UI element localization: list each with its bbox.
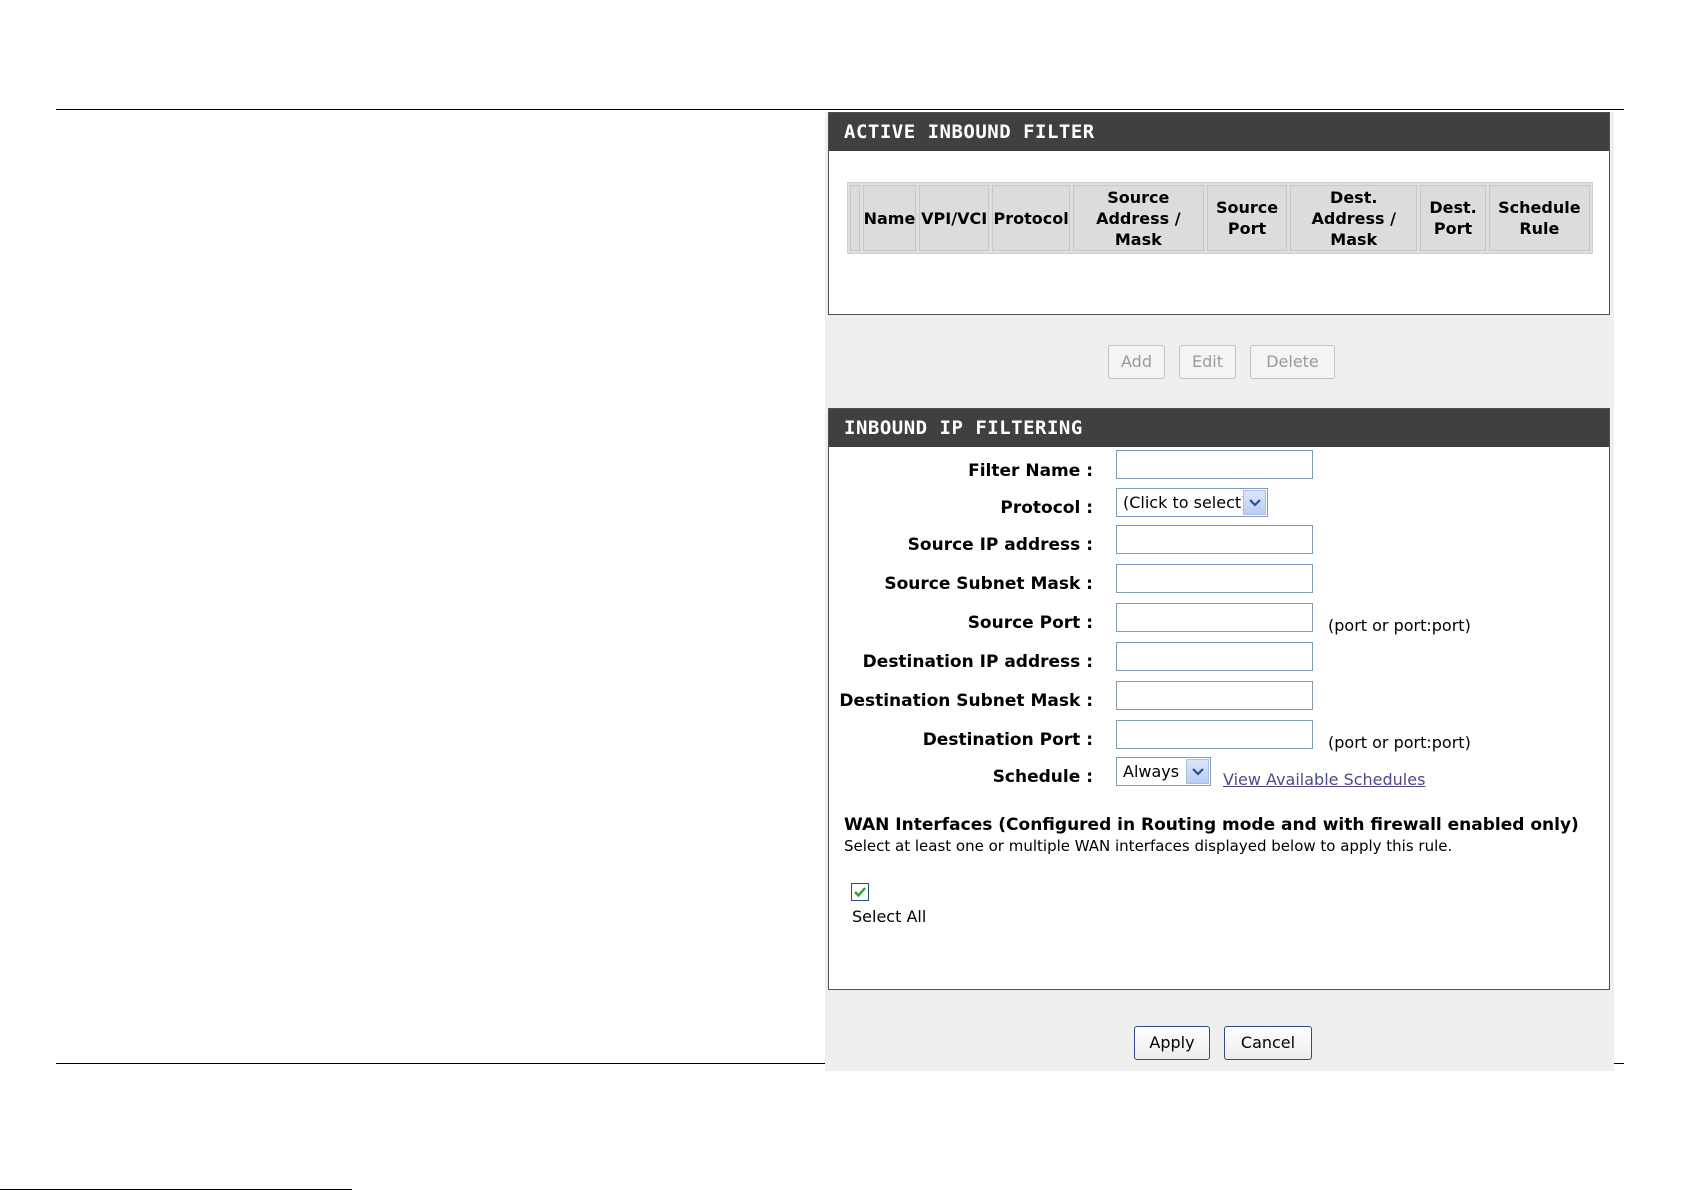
table-column-name: Name xyxy=(862,185,916,251)
table-column-protocol: Protocol xyxy=(992,185,1070,251)
protocol-label: Protocol : xyxy=(1000,498,1093,518)
dest-mask-input[interactable] xyxy=(1116,681,1313,710)
table-column-source-port: Source Port xyxy=(1206,185,1288,251)
section-header: INBOUND IP FILTERING xyxy=(829,409,1609,447)
schedule-label: Schedule : xyxy=(992,767,1093,787)
source-port-input[interactable] xyxy=(1116,603,1313,632)
filter-name-label: Filter Name : xyxy=(968,461,1093,481)
table-column-dest-port: Dest. Port xyxy=(1420,185,1486,251)
active-inbound-filter-section: ACTIVE INBOUND FILTER Name VPI/VCI Proto… xyxy=(828,112,1610,315)
checkmark-icon xyxy=(854,887,866,898)
protocol-select-value: (Click to select) xyxy=(1123,493,1248,512)
chevron-down-icon[interactable] xyxy=(1243,490,1266,515)
source-ip-label: Source IP address : xyxy=(907,535,1093,555)
source-mask-label: Source Subnet Mask : xyxy=(884,574,1093,594)
source-mask-input[interactable] xyxy=(1116,564,1313,593)
select-all-checkbox[interactable] xyxy=(851,883,869,901)
inbound-ip-filtering-section: INBOUND IP FILTERING Filter Name : Proto… xyxy=(828,408,1610,990)
add-button[interactable]: Add xyxy=(1108,345,1165,379)
view-schedules-link[interactable]: View Available Schedules xyxy=(1223,770,1425,789)
apply-button[interactable]: Apply xyxy=(1134,1026,1210,1060)
section-header: ACTIVE INBOUND FILTER xyxy=(829,113,1609,151)
table-column-schedule-rule: Schedule Rule xyxy=(1488,185,1590,251)
table-column-dest-address: Dest. Address / Mask xyxy=(1290,185,1418,251)
chevron-down-icon[interactable] xyxy=(1186,759,1209,784)
dest-port-input[interactable] xyxy=(1116,720,1313,749)
filter-name-input[interactable] xyxy=(1116,450,1313,479)
wan-interfaces-title: WAN Interfaces (Configured in Routing mo… xyxy=(844,815,1579,835)
select-all-label: Select All xyxy=(852,907,927,926)
settings-panel: ACTIVE INBOUND FILTER Name VPI/VCI Proto… xyxy=(825,112,1614,1071)
source-port-hint: (port or port:port) xyxy=(1328,616,1471,635)
cancel-button[interactable]: Cancel xyxy=(1224,1026,1312,1060)
filter-table: Name VPI/VCI Protocol Source Address / M… xyxy=(847,182,1593,254)
edit-button[interactable]: Edit xyxy=(1179,345,1236,379)
protocol-select[interactable]: (Click to select) xyxy=(1116,488,1268,517)
delete-button[interactable]: Delete xyxy=(1250,345,1335,379)
table-column-vpi-vci: VPI/VCI xyxy=(918,185,990,251)
source-port-label: Source Port : xyxy=(967,613,1093,633)
dest-ip-label: Destination IP address : xyxy=(862,652,1093,672)
dest-ip-input[interactable] xyxy=(1116,642,1313,671)
footer-rule xyxy=(0,1189,352,1190)
table-column-select xyxy=(850,185,860,251)
schedule-select[interactable]: Always xyxy=(1116,757,1211,786)
source-ip-input[interactable] xyxy=(1116,525,1313,554)
table-column-source-address: Source Address / Mask xyxy=(1072,185,1204,251)
dest-mask-label: Destination Subnet Mask : xyxy=(839,691,1093,711)
dest-port-hint: (port or port:port) xyxy=(1328,733,1471,752)
dest-port-label: Destination Port : xyxy=(922,730,1093,750)
wan-interfaces-note: Select at least one or multiple WAN inte… xyxy=(844,837,1453,855)
top-rule xyxy=(56,109,1624,110)
schedule-select-value: Always xyxy=(1123,762,1180,781)
